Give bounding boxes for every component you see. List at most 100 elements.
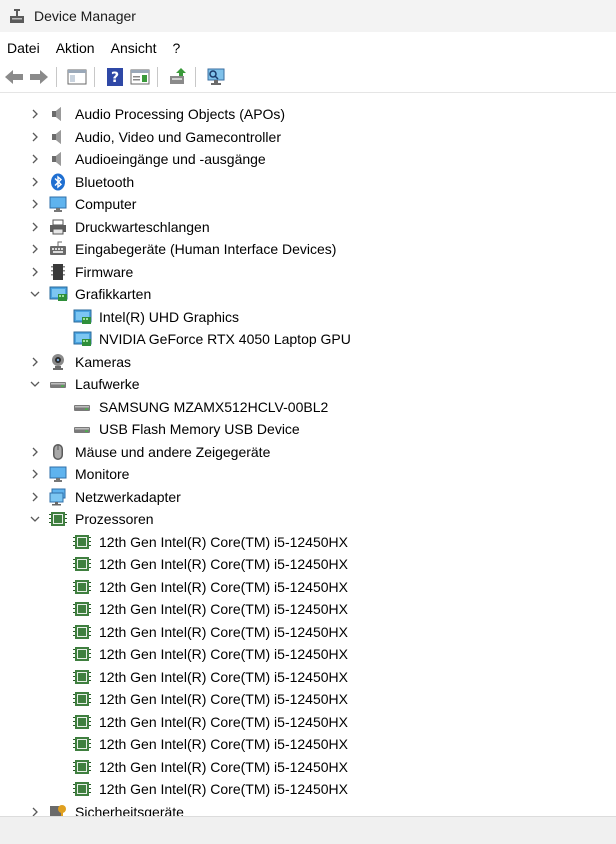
back-button[interactable] — [3, 66, 25, 88]
printer-icon — [49, 218, 67, 236]
chevron-right-icon[interactable] — [29, 266, 41, 278]
chevron-right-icon[interactable] — [29, 198, 41, 210]
scan-hardware-button[interactable] — [205, 66, 227, 88]
tree-item-label: Audioeingänge und -ausgänge — [75, 151, 266, 167]
network-adapter-icon — [49, 488, 67, 506]
update-driver-button[interactable] — [167, 66, 189, 88]
bluetooth-icon — [49, 173, 67, 191]
chevron-right-icon[interactable] — [29, 131, 41, 143]
tree-item-label: Firmware — [75, 263, 134, 280]
tree-device[interactable]: 12th Gen Intel(R) Core(TM) i5-12450HX — [0, 643, 616, 666]
chevron-right-icon[interactable] — [29, 243, 41, 255]
window-title: Device Manager — [34, 8, 136, 24]
tree-device[interactable]: Intel(R) UHD Graphics — [0, 306, 616, 329]
help-button[interactable]: ? — [104, 66, 126, 88]
svg-text:?: ? — [111, 70, 119, 86]
tree-category[interactable]: Audio Processing Objects (APOs) — [0, 103, 616, 126]
tree-item-label: Laufwerke — [75, 376, 140, 392]
tree-category[interactable]: Firmware — [0, 261, 616, 284]
device-tree[interactable]: Audio Processing Objects (APOs) Audio, Vi… — [0, 102, 616, 816]
tree-device[interactable]: 12th Gen Intel(R) Core(TM) i5-12450HX — [0, 688, 616, 711]
processor-icon — [73, 578, 91, 596]
processor-icon — [73, 645, 91, 663]
chevron-right-icon[interactable] — [29, 806, 41, 817]
tree-category[interactable]: Eingabegeräte (Human Interface Devices) — [0, 238, 616, 261]
tree-device[interactable]: 12th Gen Intel(R) Core(TM) i5-12450HX — [0, 711, 616, 734]
menu-aktion[interactable]: Aktion — [48, 36, 103, 60]
speaker-icon — [49, 128, 67, 146]
properties-button[interactable] — [129, 66, 151, 88]
tree-category[interactable]: Laufwerke — [0, 373, 616, 396]
tree-category[interactable]: Bluetooth — [0, 171, 616, 194]
tree-device[interactable]: 12th Gen Intel(R) Core(TM) i5-12450HX — [0, 531, 616, 554]
menu-datei[interactable]: Datei — [0, 36, 48, 60]
chevron-down-icon[interactable] — [29, 513, 41, 525]
chevron-right-icon[interactable] — [29, 108, 41, 120]
tree-category[interactable]: Computer — [0, 193, 616, 216]
tree-device[interactable]: 12th Gen Intel(R) Core(TM) i5-12450HX — [0, 621, 616, 644]
chevron-down-icon[interactable] — [29, 378, 41, 390]
chevron-down-icon[interactable] — [29, 288, 41, 300]
tree-category[interactable]: Prozessoren — [0, 508, 616, 531]
chevron-right-icon[interactable] — [29, 153, 41, 165]
tree-item-label: Grafikkarten — [75, 286, 152, 302]
tree-category[interactable]: Druckwarteschlangen — [0, 216, 616, 239]
tree-category[interactable]: Mäuse und andere Zeigegeräte — [0, 441, 616, 464]
help-icon: ? — [107, 68, 123, 86]
processor-icon — [73, 600, 91, 618]
chevron-right-icon[interactable] — [29, 491, 41, 503]
speaker-icon — [49, 105, 67, 123]
tree-device[interactable]: 12th Gen Intel(R) Core(TM) i5-12450HX — [0, 778, 616, 801]
tree-device[interactable]: SAMSUNG MZAMX512HCLV-00BL2 — [0, 396, 616, 419]
processor-icon — [73, 555, 91, 573]
toolbar-separator — [56, 67, 57, 87]
disk-drive-icon — [49, 375, 67, 393]
tree-category[interactable]: Grafikkarten — [0, 283, 616, 306]
tree-device[interactable]: 12th Gen Intel(R) Core(TM) i5-12450HX — [0, 598, 616, 621]
tree-device[interactable]: NVIDIA GeForce RTX 4050 Laptop GPU — [0, 328, 616, 351]
show-hide-tree-button[interactable] — [66, 66, 88, 88]
tree-category[interactable]: Monitore — [0, 463, 616, 486]
chevron-right-icon[interactable] — [29, 468, 41, 480]
back-icon — [5, 70, 23, 84]
tree-device[interactable]: 12th Gen Intel(R) Core(TM) i5-12450HX — [0, 756, 616, 779]
processor-icon — [73, 780, 91, 798]
tree-category[interactable]: Audio, Video und Gamecontroller — [0, 126, 616, 149]
tree-item-label: Intel(R) UHD Graphics — [99, 308, 240, 325]
chevron-right-icon[interactable] — [29, 221, 41, 233]
chevron-right-icon[interactable] — [29, 176, 41, 188]
tree-item-label: Netzwerkadapter — [75, 488, 181, 505]
forward-icon — [30, 70, 48, 84]
tree-item-label: 12th Gen Intel(R) Core(TM) i5-12450HX — [99, 578, 348, 595]
processor-icon — [73, 533, 91, 551]
menu-ansicht[interactable]: Ansicht — [103, 36, 165, 60]
tree-item-label: 12th Gen Intel(R) Core(TM) i5-12450HX — [99, 533, 348, 550]
chevron-right-icon[interactable] — [29, 356, 41, 368]
tree-category[interactable]: Audioeingänge und -ausgänge — [0, 148, 616, 171]
chevron-right-icon[interactable] — [29, 446, 41, 458]
mouse-icon — [49, 443, 67, 461]
tree-device[interactable]: 12th Gen Intel(R) Core(TM) i5-12450HX — [0, 553, 616, 576]
tree-category[interactable]: Netzwerkadapter — [0, 486, 616, 509]
tree-device[interactable]: USB Flash Memory USB Device — [0, 418, 616, 441]
tree-device[interactable]: 12th Gen Intel(R) Core(TM) i5-12450HX — [0, 576, 616, 599]
tree-item-label: 12th Gen Intel(R) Core(TM) i5-12450HX — [99, 713, 348, 730]
tree-item-label: 12th Gen Intel(R) Core(TM) i5-12450HX — [99, 623, 348, 640]
tree-category[interactable]: Kameras — [0, 351, 616, 374]
menu-help[interactable]: ? — [165, 36, 189, 60]
tree-item-label: NVIDIA GeForce RTX 4050 Laptop GPU — [99, 331, 351, 347]
tree-item-label: SAMSUNG MZAMX512HCLV-00BL2 — [99, 398, 329, 415]
tree-item-label: Audio, Video und Gamecontroller — [75, 128, 281, 145]
forward-button[interactable] — [28, 66, 50, 88]
processor-icon — [73, 713, 91, 731]
tree-item-label: 12th Gen Intel(R) Core(TM) i5-12450HX — [99, 556, 348, 572]
tree-device[interactable]: 12th Gen Intel(R) Core(TM) i5-12450HX — [0, 666, 616, 689]
toolbar-separator — [195, 67, 196, 87]
tree-item-label: 12th Gen Intel(R) Core(TM) i5-12450HX — [99, 736, 348, 752]
tree-device[interactable]: 12th Gen Intel(R) Core(TM) i5-12450HX — [0, 733, 616, 756]
tree-category[interactable]: Sicherheitsgeräte — [0, 801, 616, 817]
tree-item-label: 12th Gen Intel(R) Core(TM) i5-12450HX — [99, 601, 348, 617]
properties-icon — [130, 69, 150, 85]
disk-drive-icon — [73, 398, 91, 416]
update-driver-icon — [170, 68, 186, 84]
